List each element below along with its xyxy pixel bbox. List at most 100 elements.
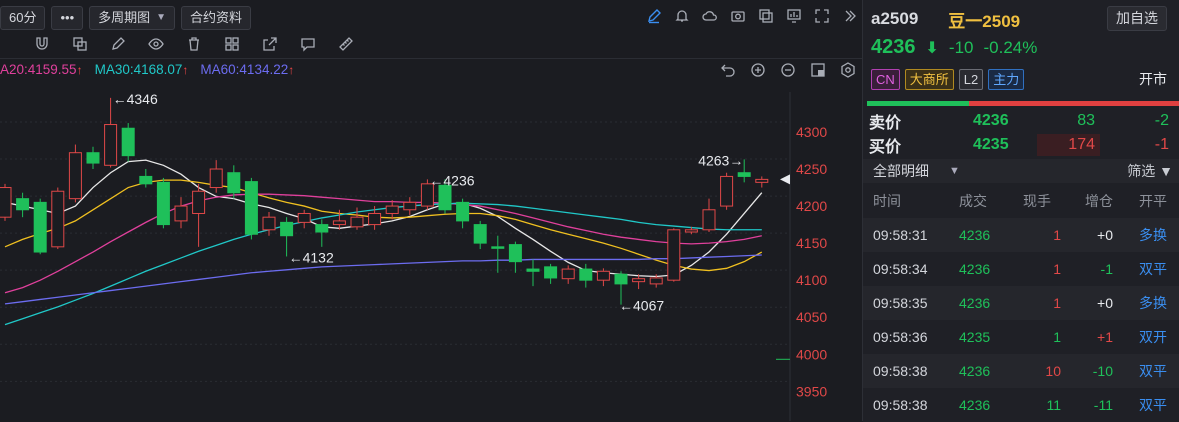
symbol-code: a2509 bbox=[871, 9, 919, 28]
candle-body bbox=[121, 127, 135, 157]
main-contract-tag[interactable]: 主力 bbox=[988, 68, 1025, 90]
candle-body bbox=[667, 229, 681, 281]
trade-time: 09:58:38 bbox=[873, 363, 928, 379]
price-row: 4236 ⬇ -10 -0.24% bbox=[871, 36, 1037, 59]
candle-body bbox=[561, 268, 575, 280]
trade-type: 多换 bbox=[1139, 295, 1167, 311]
trade-time: 09:58:31 bbox=[873, 227, 928, 243]
bid-label: 买价 bbox=[869, 139, 902, 156]
annotation-4132: ←4132 bbox=[289, 249, 334, 265]
trade-oi: -11 bbox=[1093, 397, 1113, 413]
kline-chart[interactable]: 4300 4250 4200 4150 4100 4050 4000 3950 ←4346 ←42… bbox=[0, 0, 862, 421]
candle-body bbox=[227, 172, 241, 194]
y-tick-label: 4050 bbox=[796, 309, 827, 325]
trade-price: 4236 bbox=[959, 227, 991, 243]
candle-body bbox=[51, 190, 65, 248]
trade-type: 双平 bbox=[1139, 397, 1167, 413]
candle-body bbox=[684, 229, 698, 233]
candle-body bbox=[139, 175, 153, 185]
annotation-4067: ←4067 bbox=[619, 298, 664, 314]
candle-body bbox=[68, 152, 82, 200]
candle-body bbox=[456, 201, 470, 222]
trade-qty: 10 bbox=[1045, 363, 1061, 379]
trade-row: 09:58:38 4236 10 -10 双平 bbox=[863, 354, 1179, 388]
candle-body bbox=[473, 224, 487, 244]
trade-row: 09:58:38 4236 11 -11 双平 bbox=[863, 388, 1179, 422]
trade-row: 09:58:36 4235 1 +1 双开 bbox=[863, 320, 1179, 354]
trade-row: 09:58:35 4236 1 +0 多换 bbox=[863, 286, 1179, 320]
bid-row: 买价 4235 174 -1 bbox=[863, 134, 1179, 156]
candle-body bbox=[403, 201, 417, 211]
add-watchlist-button[interactable]: 加自选 bbox=[1107, 6, 1167, 31]
caret-down-icon[interactable]: ▼ bbox=[949, 165, 960, 177]
col-time: 时间 bbox=[873, 193, 901, 209]
candle-body bbox=[297, 212, 311, 223]
y-tick-label: 4150 bbox=[796, 235, 827, 251]
candle-body bbox=[192, 190, 206, 214]
candle-body bbox=[33, 201, 47, 253]
y-tick-label: 4000 bbox=[796, 346, 827, 362]
candle-body bbox=[368, 212, 382, 226]
candle-body bbox=[86, 152, 100, 164]
trade-qty: 1 bbox=[1053, 295, 1061, 311]
candle-body bbox=[438, 184, 452, 211]
trade-qty: 1 bbox=[1053, 261, 1061, 277]
trade-price: 4236 bbox=[959, 363, 991, 379]
y-tick-label: 4300 bbox=[796, 124, 827, 140]
ask-change: -2 bbox=[1154, 112, 1169, 129]
level2-tag[interactable]: L2 bbox=[958, 68, 984, 90]
candle-body bbox=[0, 187, 12, 218]
trade-oi: +0 bbox=[1097, 227, 1113, 243]
filter-label: 筛选 bbox=[1127, 163, 1156, 179]
candle-body bbox=[649, 277, 663, 285]
tags-row: CN 大商所 L2 主力 开市 bbox=[871, 68, 1171, 90]
y-tick-label: 4250 bbox=[796, 161, 827, 177]
ask-volume: 83 bbox=[1077, 112, 1095, 129]
candle-body bbox=[174, 205, 188, 222]
last-price: 4236 bbox=[871, 36, 916, 58]
market-status: 开市 bbox=[1139, 71, 1167, 87]
annotation-high: ←4346 bbox=[113, 91, 158, 107]
candle-body bbox=[262, 216, 276, 231]
chart-panel: 60分 ••• 多周期图 ▼ 合约资料 A20:4159.55↑ MA30:4168… bbox=[0, 0, 862, 421]
cn-tag[interactable]: CN bbox=[871, 68, 900, 90]
trade-price: 4236 bbox=[959, 261, 991, 277]
trade-price: 4235 bbox=[959, 329, 991, 345]
trade-price: 4236 bbox=[959, 397, 991, 413]
ma-line-ma60 bbox=[4, 254, 762, 305]
trade-oi: -10 bbox=[1092, 363, 1113, 379]
trade-qty: 1 bbox=[1053, 329, 1061, 345]
ask-row: 卖价 4236 83 -2 bbox=[863, 110, 1179, 132]
candle-body bbox=[596, 270, 610, 281]
candle-body bbox=[508, 244, 522, 263]
filter-icon: ▼ bbox=[1159, 163, 1173, 179]
ask-label: 卖价 bbox=[869, 115, 902, 132]
symbol-header: a2509 豆一2509 加自选 bbox=[871, 6, 1171, 31]
trade-oi: +1 bbox=[1097, 329, 1113, 345]
trade-type: 多换 bbox=[1139, 227, 1167, 243]
candle-body bbox=[385, 205, 399, 214]
y-tick-label: 4200 bbox=[796, 198, 827, 214]
candle-body bbox=[720, 175, 734, 207]
trade-oi: -1 bbox=[1100, 261, 1113, 277]
trade-price: 4236 bbox=[959, 295, 991, 311]
col-price: 成交 bbox=[959, 193, 987, 209]
ask-price: 4236 bbox=[973, 112, 1009, 129]
filter-button[interactable]: 筛选 ▼ bbox=[1127, 161, 1173, 181]
candle-body bbox=[544, 266, 558, 279]
down-arrow-icon: ⬇ bbox=[925, 39, 939, 57]
trade-type: 双平 bbox=[1139, 261, 1167, 277]
bid-ask-ratio-bar bbox=[867, 101, 1179, 106]
detail-title[interactable]: 全部明细 bbox=[873, 161, 929, 181]
candle-body bbox=[632, 278, 646, 283]
trade-time: 09:58:38 bbox=[873, 397, 928, 413]
trade-row: 09:58:31 4236 1 +0 多换 bbox=[863, 218, 1179, 252]
col-oi: 增仓 bbox=[1085, 193, 1113, 209]
candle-body bbox=[209, 168, 223, 189]
candle-body bbox=[104, 124, 118, 166]
exchange-tag[interactable]: 大商所 bbox=[904, 68, 954, 90]
trade-oi: +0 bbox=[1097, 295, 1113, 311]
trade-qty: 11 bbox=[1046, 397, 1061, 413]
trade-qty: 1 bbox=[1053, 227, 1061, 243]
candle-body bbox=[350, 216, 364, 228]
